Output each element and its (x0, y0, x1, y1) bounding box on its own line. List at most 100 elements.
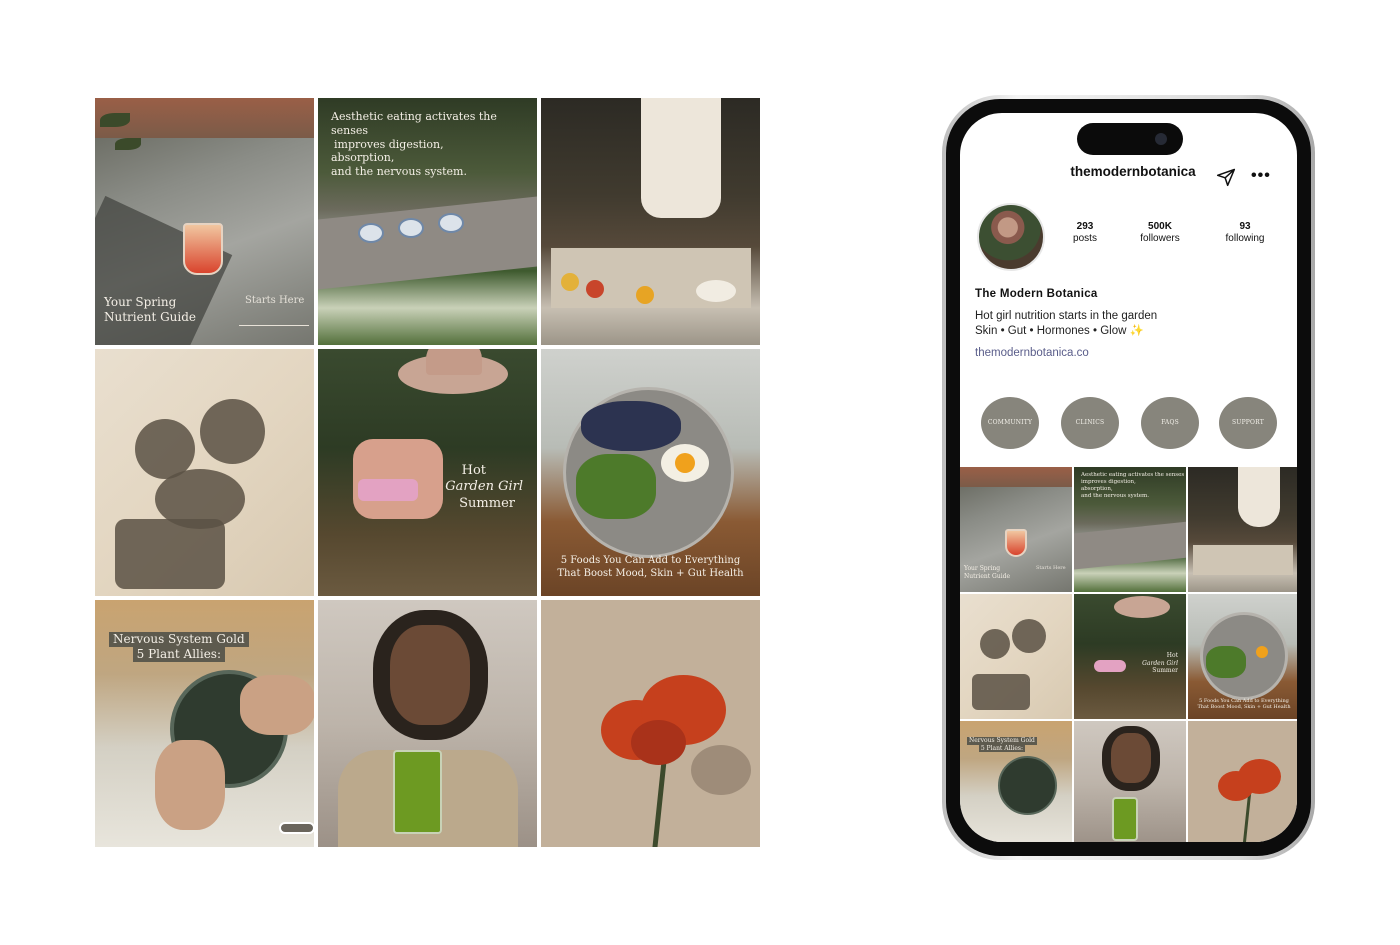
shadow-graphic (980, 629, 1010, 659)
face-graphic (1111, 733, 1151, 783)
stat-following[interactable]: 93 following (1217, 221, 1273, 244)
greens-graphic (1206, 646, 1246, 678)
feed-post-nervous-system-gold[interactable]: Nervous System Gold 5 Plant Allies: (95, 600, 314, 847)
hat-crown-graphic (426, 349, 482, 375)
stat-label: following (1225, 233, 1265, 244)
shadow-graphic (1012, 619, 1046, 653)
greens-graphic (576, 454, 656, 519)
bowl-graphic (998, 756, 1057, 815)
caption-line: Nervous System Gold (967, 737, 1037, 745)
post-caption: Nervous System Gold 5 Plant Allies: (967, 737, 1037, 752)
feed-post-spring-nutrient-guide[interactable]: Your Spring Nutrient Guide Starts Here (95, 98, 314, 345)
caption-line: Garden Girl (445, 479, 523, 495)
feed-post-5-foods[interactable]: 5 Foods You Can Add to Everything That B… (541, 349, 760, 596)
profile-link[interactable]: themodernbotanica.co (975, 347, 1089, 359)
stat-posts[interactable]: 293 posts (1063, 221, 1107, 244)
stat-value: 500K (1148, 221, 1172, 232)
bio-text: Skin • Gut • Hormones • Glow (975, 325, 1127, 337)
avatar[interactable] (977, 203, 1045, 271)
plate-graphic (438, 213, 464, 233)
swimsuit-graphic (358, 479, 418, 501)
post-thumbnail[interactable]: 5 Foods You Can Add to Everything That B… (1188, 594, 1297, 719)
table-graphic (1074, 509, 1186, 571)
swimsuit-graphic (1094, 660, 1126, 672)
feed-post-red-poppy[interactable] (541, 600, 760, 847)
post-caption: Hot Garden Girl Summer (1142, 652, 1178, 675)
divider (239, 325, 309, 326)
caption-line: That Boost Mood, Skin + Gut Health (1197, 704, 1291, 711)
leaf-graphic (115, 138, 141, 150)
post-caption: Your Spring Nutrient Guide (964, 565, 1010, 580)
post-side-text: Starts Here (245, 295, 305, 306)
bio-line: Skin • Gut • Hormones • Glow ✨ (975, 324, 1157, 339)
shadow-graphic (200, 399, 265, 464)
phone-bezel: themodernbotanica ••• 293 posts 500K fol… (946, 99, 1311, 856)
yolk-graphic (1256, 646, 1268, 658)
petal-graphic (1238, 759, 1281, 794)
phone-mockup: themodernbotanica ••• 293 posts 500K fol… (942, 95, 1315, 860)
phone-screen: themodernbotanica ••• 293 posts 500K fol… (960, 113, 1297, 842)
feed-post-aesthetic-eating[interactable]: Aesthetic eating activates the senses im… (318, 98, 537, 345)
post-thumbnail[interactable]: Aesthetic eating activates the senses im… (1074, 467, 1186, 592)
fruit-graphic (636, 286, 654, 304)
drink-glass-graphic (1005, 529, 1027, 557)
stat-followers[interactable]: 500K followers (1132, 221, 1188, 244)
send-icon[interactable] (1216, 167, 1236, 187)
berries-graphic (581, 401, 681, 451)
post-thumbnail[interactable]: Hot Garden Girl Summer (1074, 594, 1186, 719)
hat-graphic (1114, 596, 1170, 618)
juice-glass-graphic (1112, 797, 1138, 841)
post-thumbnail[interactable]: Nervous System Gold 5 Plant Allies: (960, 721, 1072, 842)
feed-post-hot-garden-girl-summer[interactable]: Hot Garden Girl Summer (318, 349, 537, 596)
feed-post-green-juice-portrait[interactable] (318, 600, 537, 847)
shadow-graphic (691, 745, 751, 795)
feed-post-table-pour[interactable] (541, 98, 760, 345)
dynamic-island (1077, 123, 1183, 155)
feed-post-shadow-flowers[interactable] (95, 349, 314, 596)
post-thumbnail[interactable]: Your Spring Nutrient Guide Starts Here (960, 467, 1072, 592)
highlight-support[interactable]: SUPPORT (1219, 397, 1277, 449)
post-thumbnail[interactable] (960, 594, 1072, 719)
post-caption: Your Spring Nutrient Guide (104, 295, 196, 325)
caption-line: and the nervous system. (331, 165, 467, 178)
yolk-graphic (675, 453, 695, 473)
caption-line: 5 Plant Allies: (978, 744, 1025, 752)
post-caption: Aesthetic eating activates the senses im… (331, 110, 537, 179)
caption-line: Aesthetic eating activates the senses (1081, 472, 1185, 478)
caption-line: 5 Plant Allies: (132, 647, 226, 662)
caption-line: Summer (459, 495, 515, 511)
caption-line: improves digestion, (1081, 478, 1136, 485)
caption-line: Your Spring (104, 295, 177, 309)
highlight-community[interactable]: COMMUNITY (981, 397, 1039, 449)
post-caption: 5 Foods You Can Add to Everything That B… (541, 555, 760, 580)
caption-line: Your Spring (964, 565, 1001, 572)
person-graphic (641, 98, 721, 218)
post-thumbnail[interactable] (1188, 721, 1297, 842)
sparkle-icon: ✨ (1129, 325, 1144, 337)
shadow-graphic (972, 674, 1030, 710)
juice-glass-graphic (393, 750, 442, 834)
profile-username: themodernbotanica (1070, 164, 1196, 179)
hand-graphic (240, 675, 314, 735)
more-options-icon[interactable]: ••• (1251, 168, 1271, 184)
highlight-faqs[interactable]: FAQS (1141, 397, 1199, 449)
post-thumbnail[interactable] (1074, 721, 1186, 842)
stat-label: posts (1073, 233, 1097, 244)
caption-line: That Boost Mood, Skin + Gut Health (557, 567, 744, 579)
caption-line: improves digestion, (334, 137, 444, 151)
post-caption: Hot Garden Girl Summer (445, 463, 523, 512)
post-thumbnail[interactable] (1188, 467, 1297, 592)
highlight-clinics[interactable]: CLINICS (1061, 397, 1119, 449)
leaf-graphic (100, 113, 130, 127)
caption-line: Nutrient Guide (104, 310, 197, 324)
profile-bio: Hot girl nutrition starts in the garden … (975, 309, 1157, 339)
caption-line: Hot (1166, 652, 1178, 659)
profile-display-name: The Modern Botanica (975, 288, 1098, 300)
hand-graphic (155, 740, 225, 830)
feed-preview-grid: Your Spring Nutrient Guide Starts Here A… (95, 98, 761, 847)
caption-line: Nutrient Guide (964, 572, 1011, 580)
camera-icon (1155, 133, 1167, 145)
post-caption: Aesthetic eating activates the senses im… (1081, 472, 1184, 500)
caption-line: Summer (1152, 667, 1178, 674)
caption-line: Nervous System Gold (109, 632, 249, 647)
